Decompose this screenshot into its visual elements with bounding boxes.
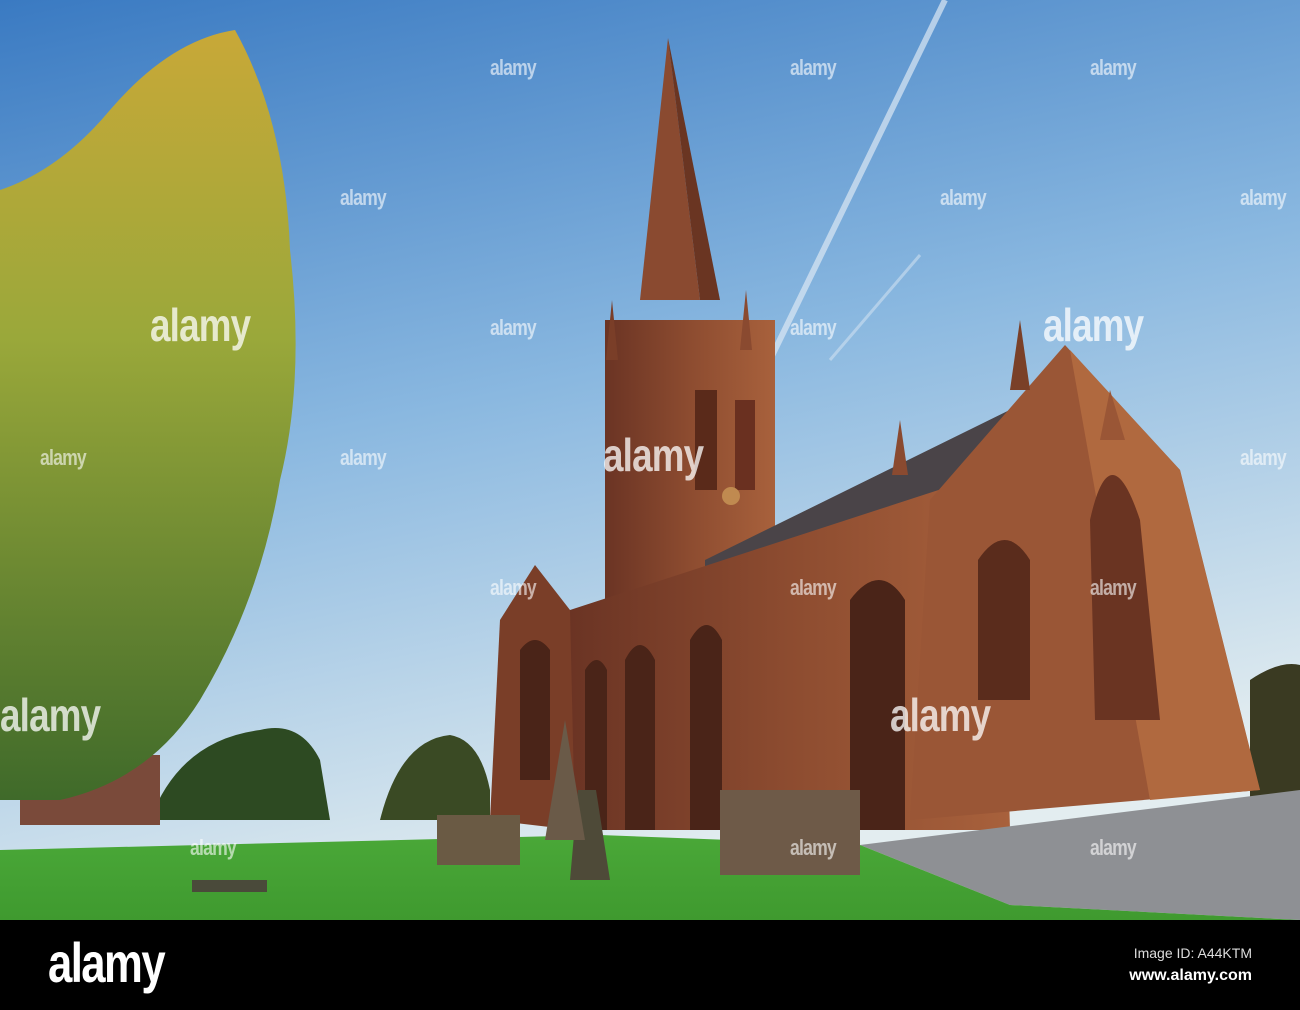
gravestone	[437, 815, 520, 865]
watermark: alamy	[790, 315, 837, 340]
website-link[interactable]: www.alamy.com	[1129, 967, 1252, 985]
watermark: alamy	[1090, 575, 1137, 600]
watermark: alamy	[0, 689, 101, 741]
watermark: alamy	[790, 55, 837, 80]
watermark: alamy	[940, 185, 987, 210]
alamy-logo: alamy	[48, 931, 166, 994]
stock-photo: alamy alamy alamy alamy alamy alamy alam…	[0, 0, 1300, 1010]
watermark: alamy	[340, 185, 387, 210]
grave-slab	[192, 880, 267, 892]
window	[978, 540, 1030, 700]
watermark: alamy	[490, 55, 537, 80]
watermark: alamy	[340, 445, 387, 470]
watermark: alamy	[1090, 835, 1137, 860]
watermark: alamy	[790, 575, 837, 600]
watermark: alamy	[1043, 299, 1144, 351]
clock	[722, 487, 740, 505]
watermark: alamy	[150, 299, 251, 351]
watermark: alamy	[1090, 55, 1137, 80]
image-id: Image ID: A44KTM	[1133, 945, 1252, 961]
watermark: alamy	[490, 315, 537, 340]
watermark: alamy	[490, 575, 537, 600]
watermark: alamy	[1240, 185, 1287, 210]
watermark: alamy	[790, 835, 837, 860]
watermark: alamy	[1240, 445, 1287, 470]
watermark: alamy	[603, 429, 704, 481]
watermark: alamy	[40, 445, 87, 470]
watermark: alamy	[190, 835, 237, 860]
footer-bar: alamy Image ID: A44KTM www.alamy.com	[0, 920, 1300, 1010]
gravestone	[720, 790, 860, 875]
watermark: alamy	[890, 689, 991, 741]
